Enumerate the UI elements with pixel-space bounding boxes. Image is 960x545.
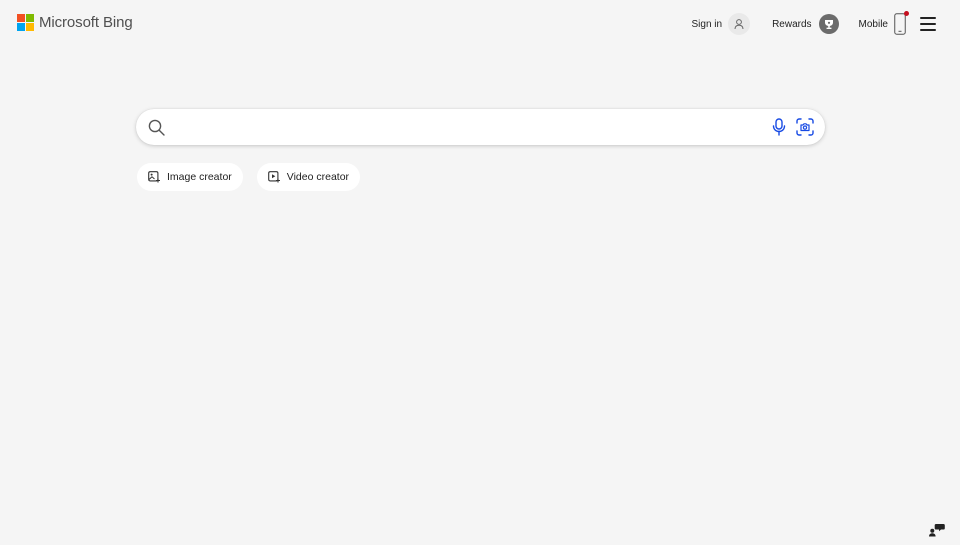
sign-in-label: Sign in: [691, 18, 723, 30]
mobile-button[interactable]: Mobile: [858, 11, 909, 35]
camera-visual-search-icon[interactable]: [795, 117, 815, 137]
trophy-icon: [818, 14, 839, 34]
video-creator-icon: [267, 171, 280, 183]
bing-home-page: Microsoft Bing Sign in Rewards Mobile Im…: [0, 0, 960, 545]
phone-icon: [894, 11, 909, 35]
image-creator-label: Image creator: [167, 171, 232, 183]
header-actions: Sign in Rewards Mobile: [691, 11, 936, 37]
search-input[interactable]: [173, 108, 769, 146]
video-creator-button[interactable]: Video creator: [256, 163, 361, 191]
search-box: [136, 108, 825, 146]
hamburger-menu-icon[interactable]: [920, 17, 936, 31]
mobile-label: Mobile: [858, 18, 888, 30]
bing-logo[interactable]: Microsoft Bing: [17, 14, 133, 31]
rewards-label: Rewards: [772, 18, 812, 30]
microphone-icon[interactable]: [769, 117, 789, 137]
creator-chips: Image creator Video creator: [137, 163, 374, 191]
brand-name: Microsoft Bing: [39, 14, 133, 31]
notification-dot: [904, 11, 909, 16]
person-icon: [728, 13, 751, 35]
video-creator-label: Video creator: [286, 171, 350, 183]
image-creator-button[interactable]: Image creator: [137, 163, 243, 191]
sign-in-button[interactable]: Sign in: [691, 13, 751, 35]
search-icon[interactable]: [147, 118, 165, 136]
microsoft-logo-icon: [17, 14, 34, 31]
feedback-icon[interactable]: [929, 523, 945, 537]
rewards-button[interactable]: Rewards: [772, 14, 839, 34]
image-creator-icon: [148, 171, 160, 183]
